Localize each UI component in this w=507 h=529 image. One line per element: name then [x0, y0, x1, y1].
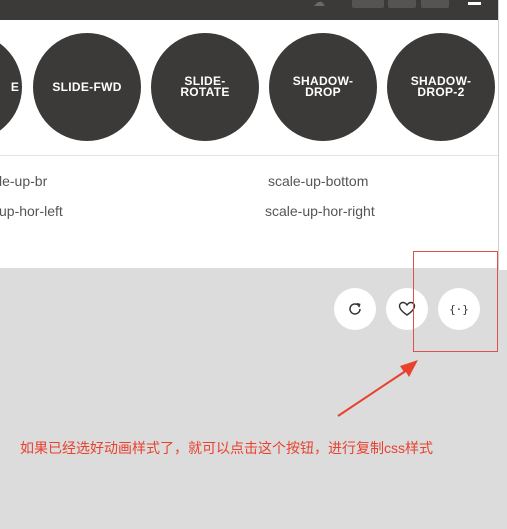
highlight-box: [413, 251, 498, 352]
top-toolbar: ☁: [0, 0, 498, 20]
animation-variants-row: E SLIDE-FWD SLIDE-ROTATE SHADOW-DROP SHA…: [0, 20, 498, 155]
replay-button[interactable]: [334, 288, 376, 330]
option-item[interactable]: up-hor-left: [0, 203, 63, 219]
animation-variant-shadow-drop[interactable]: SHADOW-DROP: [269, 33, 377, 141]
option-item[interactable]: scale-up-hor-right: [265, 203, 375, 219]
animation-variant-label: E: [10, 79, 20, 94]
option-item[interactable]: scale-up-bottom: [268, 173, 368, 189]
animation-variant-label: SLIDE-ROTATE: [180, 74, 230, 99]
option-item[interactable]: le-up-br: [0, 173, 47, 189]
animation-variant-label: SHADOW-DROP: [292, 74, 354, 99]
animation-variant-label: SHADOW-DROP-2: [410, 74, 472, 99]
annotation-note: 如果已经选好动画样式了，就可以点击这个按钮，进行复制css样式: [20, 440, 433, 456]
refresh-icon: [349, 302, 361, 315]
animation-variant-partial[interactable]: E: [0, 33, 22, 141]
scrollbar[interactable]: [498, 0, 507, 270]
cloud-icon[interactable]: ☁: [313, 0, 337, 10]
animation-variant-label: SLIDE-FWD: [52, 79, 122, 94]
animation-panel: E SLIDE-FWD SLIDE-ROTATE SHADOW-DROP SHA…: [0, 20, 498, 268]
toolbar-button[interactable]: [388, 0, 416, 8]
divider: [0, 155, 498, 156]
menu-icon[interactable]: [468, 2, 481, 5]
animation-variant-shadow-drop-2[interactable]: SHADOW-DROP-2: [387, 33, 495, 141]
toolbar-button[interactable]: [421, 0, 449, 8]
toolbar-button[interactable]: [352, 0, 384, 8]
animation-variant-slide-rotate[interactable]: SLIDE-ROTATE: [151, 33, 259, 141]
animation-variant-slide-fwd[interactable]: SLIDE-FWD: [33, 33, 141, 141]
